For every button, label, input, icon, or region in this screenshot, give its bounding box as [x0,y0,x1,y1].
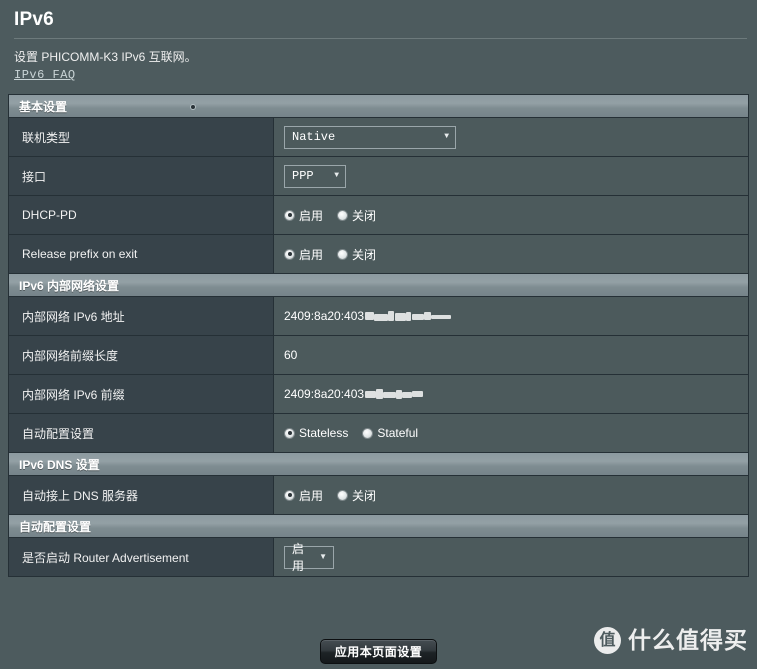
router-advertisement-value: 启用 [292,542,305,573]
radio-label: 启用 [299,208,324,223]
lan-ipv6-address-text: 2409:8a20:403 [284,309,365,323]
apply-settings-button[interactable]: 应用本页面设置 [320,639,437,664]
radio-selected-icon [284,489,295,501]
section-title: 自动配置设置 [19,519,92,534]
row-label: 自动接上 DNS 服务器 [9,476,274,514]
section-header-dns: IPv6 DNS 设置 [9,453,748,476]
page-description: 设置 PHICOMM-K3 IPv6 互联网。 [14,50,197,64]
row-label: Release prefix on exit [9,235,274,273]
row-value: 启用 关闭 [274,196,748,234]
row-label: DHCP-PD [9,196,274,234]
row-value: 启用 关闭 [274,235,748,273]
page-header: IPv6 设置 PHICOMM-K3 IPv6 互联网。 IPv6 FAQ [0,0,757,82]
radio-label: 关闭 [352,208,377,223]
chevron-down-icon: ▼ [334,171,339,180]
table-row: 内部网络 IPv6 地址 2409:8a20:403 [9,297,748,336]
row-value: 2409:8a20:403 [274,297,748,335]
radio-selected-icon [284,209,295,221]
table-row: DHCP-PD 启用 关闭 [9,196,748,235]
row-label: 是否启动 Router Advertisement [9,538,274,576]
lan-ipv6-prefix-text: 2409:8a20:403 [284,387,365,401]
row-value: 60 [274,336,748,374]
row-value: Stateless Stateful [274,414,748,452]
radio-selected-icon [284,427,295,439]
chevron-down-icon: ▼ [444,132,449,141]
radio-unselected-icon [337,489,349,501]
radio-unselected-icon [362,427,374,439]
lan-prefix-length: 60 [284,348,298,362]
radio-label: Stateful [377,426,419,440]
radio-selected-icon [284,248,295,260]
autoconfig-stateless-radio[interactable]: Stateless [284,426,348,440]
page-title: IPv6 [14,9,54,30]
autoconfig-radio-group: Stateless Stateful [284,426,418,440]
row-label: 内部网络前缀长度 [9,336,274,374]
row-value: 2409:8a20:403 [274,375,748,413]
radio-label: 启用 [299,247,324,262]
lan-ipv6-address: 2409:8a20:403 [284,309,452,323]
section-title: IPv6 DNS 设置 [19,457,100,472]
auto-dns-radio-group: 启用 关闭 [284,487,376,504]
radio-unselected-icon [337,209,349,221]
dhcp-pd-disable-radio[interactable]: 关闭 [337,207,376,224]
footer-bar: 应用本页面设置 [0,632,757,669]
radio-label: 启用 [299,488,324,503]
ipv6-settings-table: 基本设置 联机类型 Native ▼ 接口 PPP ▼ DHCP-PD 启用 关… [8,94,749,577]
release-prefix-radio-group: 启用 关闭 [284,246,376,263]
row-label: 接口 [9,157,274,195]
row-label: 内部网络 IPv6 前缀 [9,375,274,413]
section-dot-icon [190,104,196,110]
lan-ipv6-prefix: 2409:8a20:403 [284,387,424,401]
radio-label: Stateless [299,426,349,440]
redaction-mask [365,311,452,322]
auto-dns-disable-radio[interactable]: 关闭 [337,487,376,504]
row-value: PPP ▼ [274,157,748,195]
autoconfig-stateful-radio[interactable]: Stateful [362,426,418,440]
dhcp-pd-enable-radio[interactable]: 启用 [284,207,323,224]
radio-unselected-icon [337,248,349,260]
radio-label: 关闭 [352,488,377,503]
row-value: Native ▼ [274,118,748,156]
connection-type-value: Native [292,130,336,144]
router-advertisement-select[interactable]: 启用 ▼ [284,542,334,573]
dhcp-pd-radio-group: 启用 关闭 [284,207,376,224]
table-row: 接口 PPP ▼ [9,157,748,196]
interface-value: PPP [292,169,314,183]
table-row: 自动配置设置 Stateless Stateful [9,414,748,453]
section-header-basic: 基本设置 [9,95,748,118]
table-row: 联机类型 Native ▼ [9,118,748,157]
section-title: 基本设置 [19,99,68,114]
table-row: 是否启动 Router Advertisement 启用 ▼ [9,538,748,577]
table-row: 自动接上 DNS 服务器 启用 关闭 [9,476,748,515]
row-label: 内部网络 IPv6 地址 [9,297,274,335]
table-row: 内部网络 IPv6 前缀 2409:8a20:403 [9,375,748,414]
redaction-mask [365,389,424,400]
table-row: 内部网络前缀长度 60 [9,336,748,375]
row-label: 联机类型 [9,118,274,156]
table-row: Release prefix on exit 启用 关闭 [9,235,748,274]
chevron-down-icon: ▼ [319,552,327,561]
row-value: 启用 关闭 [274,476,748,514]
connection-type-select[interactable]: Native ▼ [284,125,456,149]
row-label: 自动配置设置 [9,414,274,452]
section-header-autoconfig: 自动配置设置 [9,515,748,538]
interface-select[interactable]: PPP ▼ [284,164,346,188]
ipv6-faq-link[interactable]: IPv6 FAQ [14,68,76,82]
radio-label: 关闭 [352,247,377,262]
release-prefix-disable-radio[interactable]: 关闭 [337,246,376,263]
section-header-lan: IPv6 内部网络设置 [9,274,748,297]
row-value: 启用 ▼ [274,538,748,576]
auto-dns-enable-radio[interactable]: 启用 [284,487,323,504]
section-title: IPv6 内部网络设置 [19,278,120,293]
release-prefix-enable-radio[interactable]: 启用 [284,246,323,263]
